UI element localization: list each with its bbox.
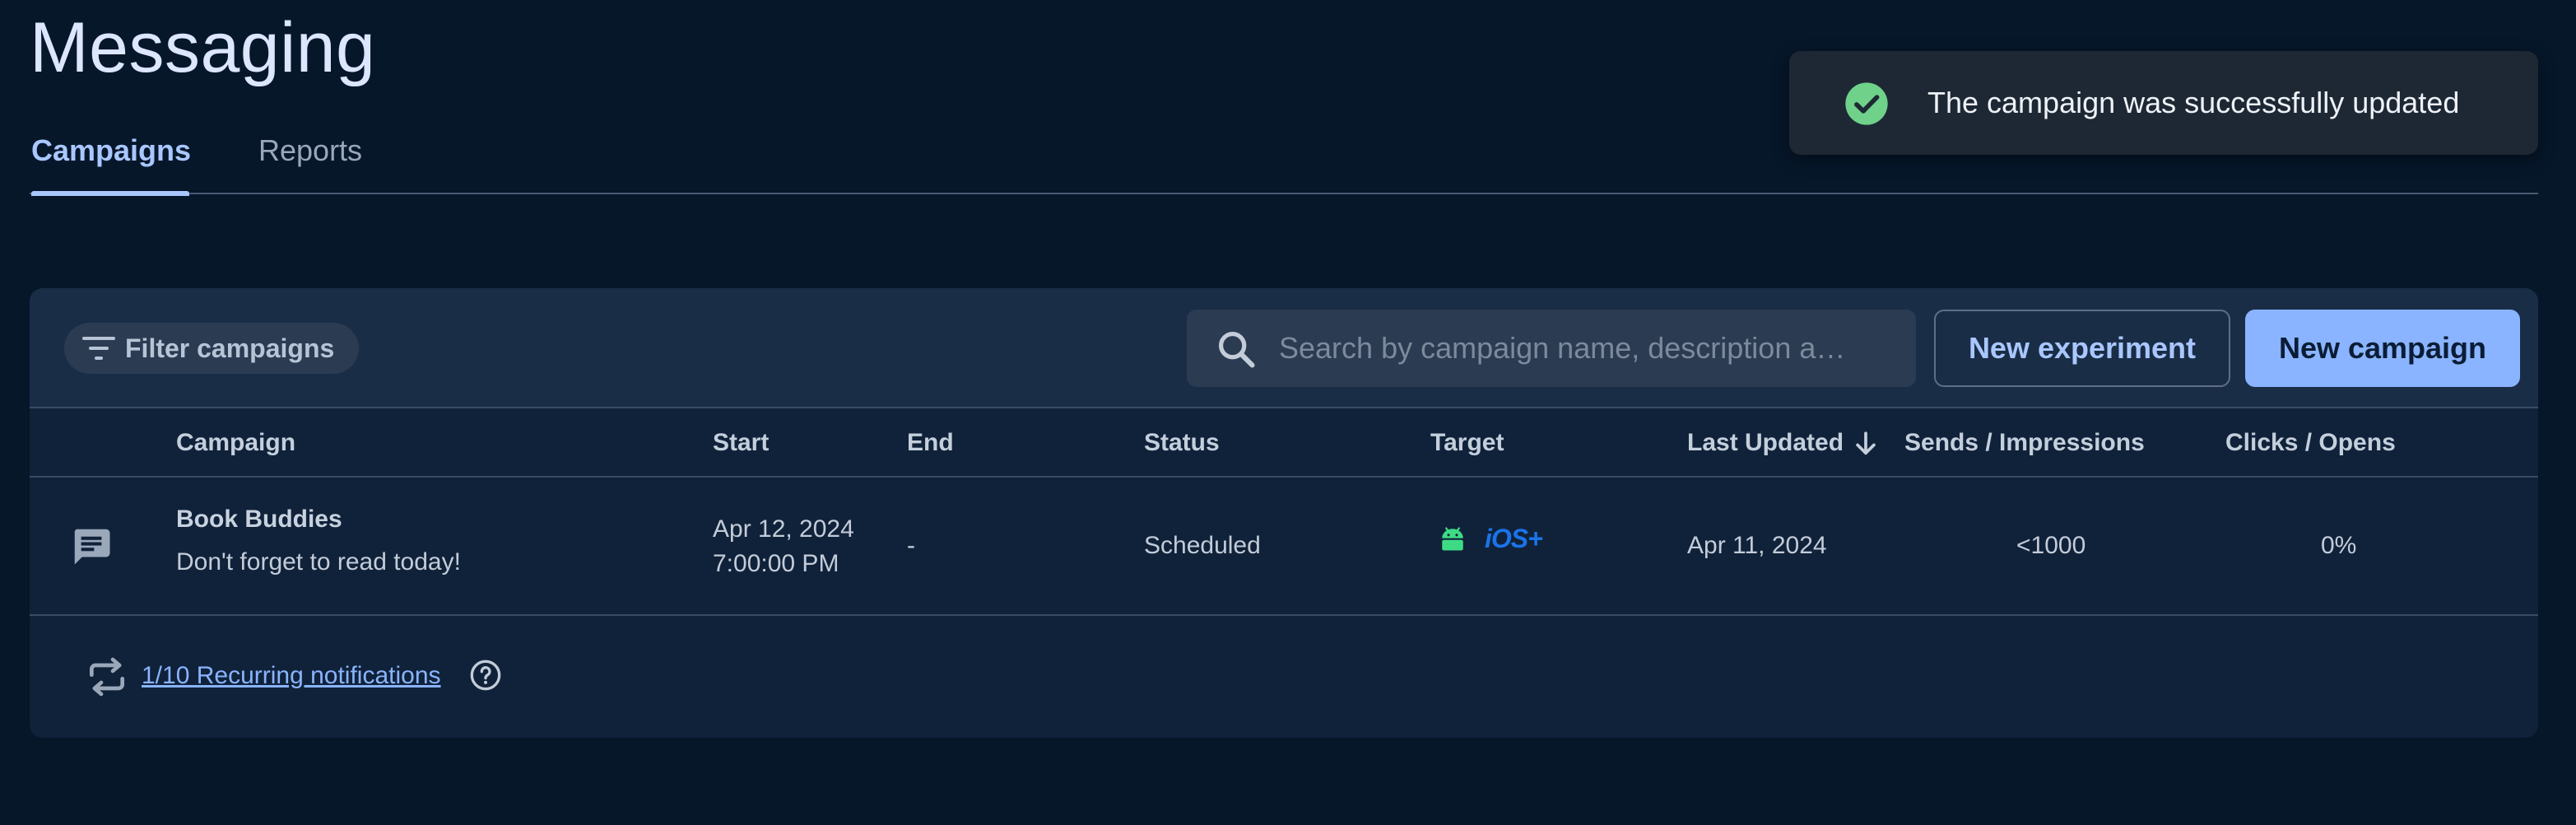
status-text: Scheduled bbox=[1144, 532, 1261, 559]
column-header-campaign: Campaign bbox=[176, 429, 296, 456]
column-header-start: Start bbox=[713, 429, 770, 456]
campaign-name[interactable]: Book Buddies bbox=[176, 506, 342, 534]
ios-target-label: iOS+ bbox=[1485, 524, 1543, 553]
table-header: Campaign Start End Status Target Last Up… bbox=[30, 408, 2538, 478]
message-icon bbox=[74, 529, 110, 565]
toast-message: The campaign was successfully updated bbox=[1927, 86, 2460, 119]
tab-campaigns[interactable]: Campaigns bbox=[31, 124, 191, 196]
end-value: - bbox=[907, 532, 915, 559]
repeat-icon bbox=[90, 657, 125, 697]
filter-campaigns-button[interactable]: Filter campaigns bbox=[64, 323, 359, 374]
campaign-description: Don't forget to read today! bbox=[176, 548, 461, 576]
filter-campaigns-label: Filter campaigns bbox=[125, 333, 335, 363]
tab-reports[interactable]: Reports bbox=[258, 124, 362, 194]
search-icon bbox=[1218, 331, 1255, 368]
arrow-down-icon[interactable] bbox=[1852, 430, 1880, 458]
success-toast: The campaign was successfully updated bbox=[1789, 51, 2538, 155]
column-header-last-updated[interactable]: Last Updated bbox=[1687, 408, 1844, 478]
last-updated-value: Apr 11, 2024 bbox=[1687, 532, 1827, 559]
help-icon[interactable] bbox=[469, 659, 502, 692]
column-header-sends-impressions: Sends / Impressions bbox=[1904, 429, 2145, 456]
column-header-clicks-opens: Clicks / Opens bbox=[2225, 429, 2396, 456]
check-circle-icon bbox=[1845, 82, 1888, 125]
page-title: Messaging bbox=[30, 8, 376, 87]
filter-icon bbox=[82, 337, 115, 360]
messaging-page: Messaging Campaigns Reports The campaign… bbox=[0, 0, 2576, 825]
android-icon bbox=[1442, 527, 1463, 551]
column-header-status: Status bbox=[1144, 429, 1220, 456]
recurring-footer: 1/10 Recurring notifications bbox=[30, 616, 2538, 738]
search-box bbox=[1187, 310, 1916, 387]
column-header-target: Target bbox=[1430, 429, 1504, 456]
search-input[interactable] bbox=[1277, 310, 1870, 387]
sends-impressions-value: <1000 bbox=[2016, 532, 2086, 559]
column-header-end: End bbox=[907, 429, 954, 456]
table-row[interactable]: Book Buddies Don't forget to read today!… bbox=[30, 478, 2538, 616]
campaigns-card: Filter campaigns New experiment New camp… bbox=[30, 288, 2538, 738]
clicks-opens-value: 0% bbox=[2321, 532, 2357, 559]
new-campaign-button[interactable]: New campaign bbox=[2245, 310, 2520, 387]
recurring-notifications-link[interactable]: 1/10 Recurring notifications bbox=[142, 616, 441, 736]
new-experiment-button[interactable]: New experiment bbox=[1934, 310, 2230, 387]
campaigns-toolbar: Filter campaigns New experiment New camp… bbox=[30, 288, 2538, 408]
start-date: Apr 12, 2024 bbox=[713, 515, 854, 543]
start-time: 7:00:00 PM bbox=[713, 550, 839, 577]
